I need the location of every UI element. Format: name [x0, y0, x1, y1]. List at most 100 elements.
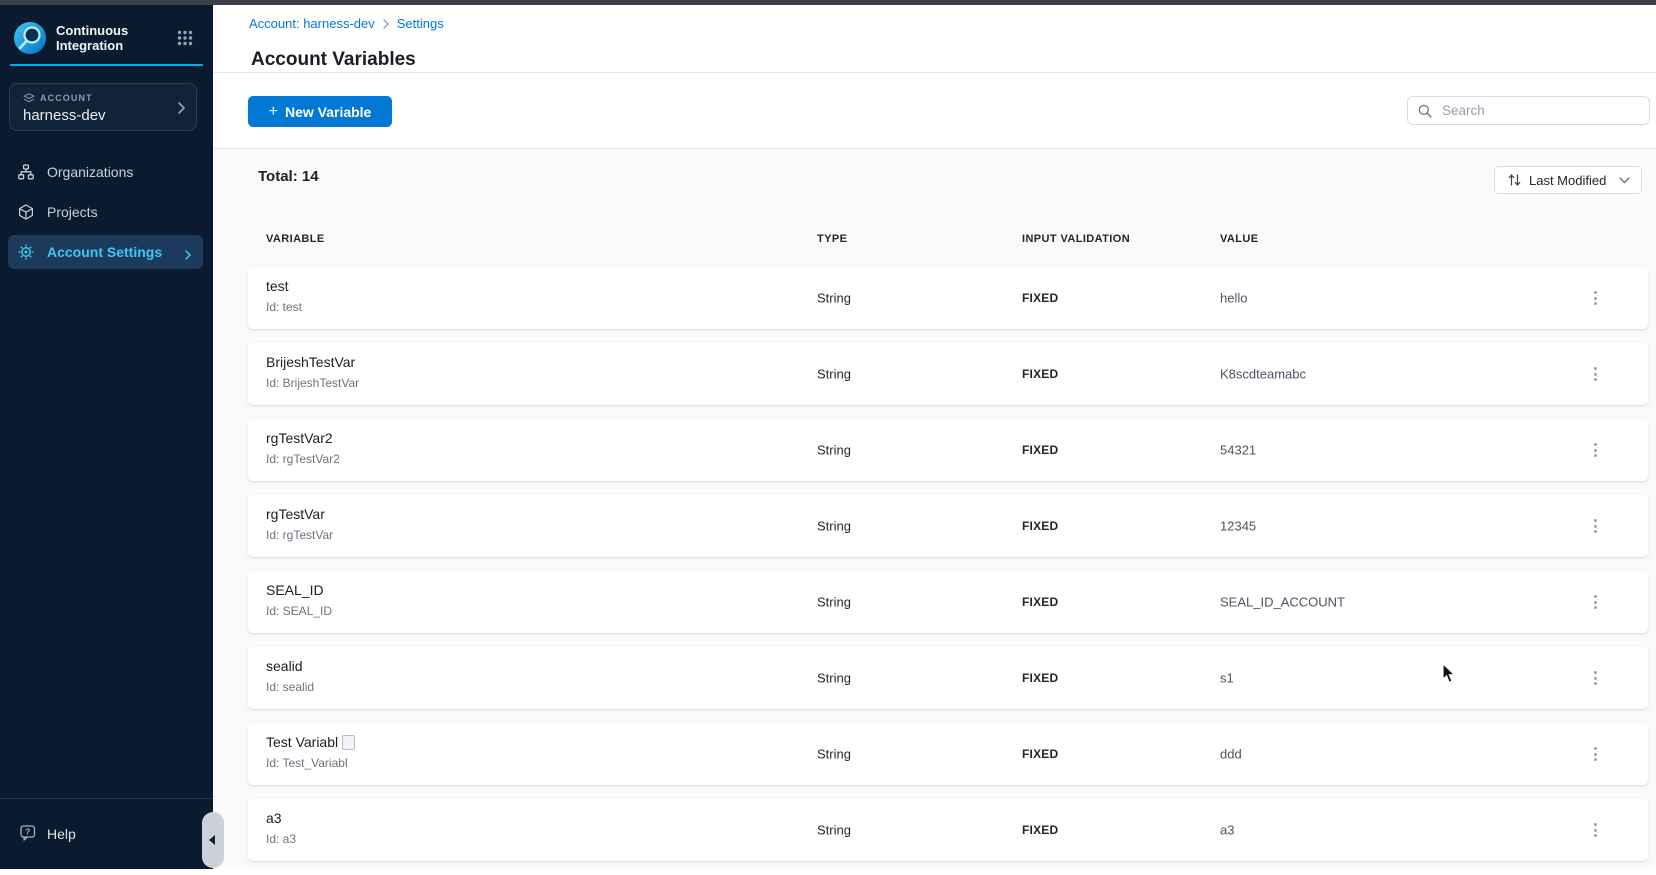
- account-label: ACCOUNT: [40, 93, 93, 103]
- variable-value: 12345: [1220, 518, 1257, 534]
- variable-value: ddd: [1220, 746, 1242, 762]
- module-title: Continuous Integration: [56, 23, 177, 53]
- variable-name: Test Variabl: [266, 734, 356, 750]
- variable-name: test: [266, 278, 289, 294]
- sort-dropdown-label: Last Modified: [1529, 172, 1607, 188]
- gear-icon: [18, 244, 34, 260]
- variable-id: Id: BrijeshTestVar: [266, 376, 360, 390]
- chevron-right-icon: [178, 101, 186, 119]
- account-layers-icon: [23, 93, 35, 103]
- table-row[interactable]: sealid Id: sealid String FIXED s1: [248, 647, 1648, 709]
- header-divider: [213, 72, 1656, 73]
- main-content: Account: harness-dev Settings Account Va…: [213, 5, 1656, 869]
- variable-name: rgTestVar: [266, 506, 325, 522]
- variable-value: s1: [1220, 670, 1234, 686]
- table-row[interactable]: rgTestVar2 Id: rgTestVar2 String FIXED 5…: [248, 419, 1648, 481]
- breadcrumb-settings-link[interactable]: Settings: [397, 16, 444, 31]
- sidebar: Continuous Integration ACCOUNT harness-d…: [0, 5, 213, 869]
- kebab-menu-icon[interactable]: [1586, 439, 1604, 461]
- account-scope-selector[interactable]: ACCOUNT harness-dev: [9, 83, 197, 131]
- sidebar-item-organizations[interactable]: Organizations: [0, 152, 213, 192]
- variables-list: test Id: test String FIXED hello Brijesh…: [248, 267, 1648, 875]
- variable-type: String: [817, 366, 851, 382]
- account-label-row: ACCOUNT: [23, 93, 93, 103]
- kebab-menu-icon[interactable]: [1586, 515, 1604, 537]
- collapse-left-arrow-icon: [209, 835, 215, 845]
- table-row[interactable]: rgTestVar Id: rgTestVar String FIXED 123…: [248, 495, 1648, 557]
- new-variable-button-label: New Variable: [284, 103, 372, 120]
- help-chat-icon: ?: [20, 825, 36, 841]
- variable-type: String: [817, 746, 851, 762]
- kebab-menu-icon[interactable]: [1586, 287, 1604, 309]
- module-title-line2: Integration: [56, 38, 124, 53]
- kebab-menu-icon[interactable]: [1586, 591, 1604, 613]
- cube-icon: [18, 204, 34, 220]
- chevron-down-icon: [1619, 176, 1630, 183]
- table-row[interactable]: SEAL_ID Id: SEAL_ID String FIXED SEAL_ID…: [248, 571, 1648, 633]
- sidebar-header: Continuous Integration: [13, 19, 201, 57]
- sidebar-item-label: Organizations: [47, 164, 134, 180]
- variable-type: String: [817, 442, 851, 458]
- variable-id: Id: rgTestVar2: [266, 452, 340, 466]
- variable-id: Id: test: [266, 300, 303, 314]
- variable-type: String: [817, 290, 851, 306]
- table-row[interactable]: a3 Id: a3 String FIXED a3: [248, 799, 1648, 861]
- org-chart-icon: [18, 164, 34, 180]
- breadcrumb: Account: harness-dev Settings: [249, 16, 444, 31]
- variable-input-validation: FIXED: [1022, 443, 1059, 457]
- variable-name: BrijeshTestVar: [266, 354, 356, 370]
- search-icon: [1418, 104, 1432, 118]
- sidebar-item-label: Account Settings: [47, 244, 163, 260]
- breadcrumb-separator-icon: [383, 18, 389, 29]
- plus-icon: +: [268, 102, 278, 120]
- variable-type: String: [817, 670, 851, 686]
- column-header-type: TYPE: [817, 233, 848, 245]
- chevron-right-icon: [185, 247, 192, 265]
- breadcrumb-account-link[interactable]: Account: harness-dev: [249, 16, 375, 31]
- variable-value: hello: [1220, 290, 1248, 306]
- help-button[interactable]: ? Help: [20, 825, 76, 842]
- module-accent-underline: [10, 64, 203, 66]
- variable-input-validation: FIXED: [1022, 595, 1059, 609]
- svg-text:?: ?: [25, 826, 30, 836]
- sidebar-collapse-handle[interactable]: [202, 812, 224, 868]
- kebab-menu-icon[interactable]: [1586, 819, 1604, 841]
- table-row[interactable]: BrijeshTestVar Id: BrijeshTestVar String…: [248, 343, 1648, 405]
- variable-input-validation: FIXED: [1022, 747, 1059, 761]
- harness-account-variables-page: { "sidebar": { "module_line1": "Continuo…: [0, 0, 1656, 869]
- variable-input-validation: FIXED: [1022, 823, 1059, 837]
- variable-input-validation: FIXED: [1022, 519, 1059, 533]
- variable-value: SEAL_ID_ACCOUNT: [1220, 594, 1345, 610]
- variable-id: Id: sealid: [266, 680, 315, 694]
- help-label: Help: [47, 825, 76, 842]
- sidebar-bottom-divider: [0, 798, 213, 799]
- module-title-line1: Continuous: [56, 23, 129, 38]
- module-switcher-grid-icon[interactable]: [177, 30, 193, 46]
- continuous-integration-logo-icon[interactable]: [13, 21, 47, 55]
- variable-name: sealid: [266, 658, 303, 674]
- account-name: harness-dev: [23, 107, 106, 124]
- variable-id: Id: SEAL_ID: [266, 604, 333, 618]
- variable-type: String: [817, 518, 851, 534]
- sort-dropdown[interactable]: Last Modified: [1494, 166, 1642, 194]
- column-header-value: VALUE: [1220, 233, 1259, 245]
- variable-id: Id: rgTestVar: [266, 528, 334, 542]
- table-row[interactable]: test Id: test String FIXED hello: [248, 267, 1648, 329]
- sidebar-item-account-settings[interactable]: Account Settings: [8, 235, 203, 269]
- variable-input-validation: FIXED: [1022, 367, 1059, 381]
- variable-type: String: [817, 594, 851, 610]
- kebab-menu-icon[interactable]: [1586, 667, 1604, 689]
- search-box: [1407, 96, 1650, 125]
- new-variable-button[interactable]: + New Variable: [248, 96, 392, 127]
- sidebar-item-projects[interactable]: Projects: [0, 192, 213, 232]
- variable-value: K8scdteamabc: [1220, 366, 1306, 382]
- variable-type: String: [817, 822, 851, 838]
- kebab-menu-icon[interactable]: [1586, 363, 1604, 385]
- column-header-variable: VARIABLE: [266, 233, 325, 245]
- kebab-menu-icon[interactable]: [1586, 743, 1604, 765]
- variable-input-validation: FIXED: [1022, 671, 1059, 685]
- variable-value: 54321: [1220, 442, 1257, 458]
- table-row[interactable]: Test Variabl Id: Test_Variabl String FIX…: [248, 723, 1648, 785]
- search-input[interactable]: [1440, 102, 1624, 119]
- variable-value: a3: [1220, 822, 1235, 838]
